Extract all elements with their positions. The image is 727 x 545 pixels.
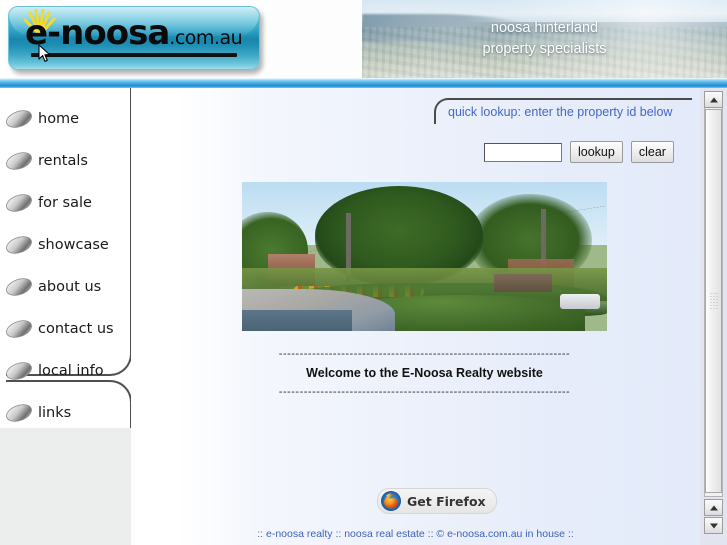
main-content: quick lookup: enter the property id belo… [131, 88, 700, 545]
oval-bullet-icon [6, 194, 32, 212]
get-firefox-badge[interactable]: Get Firefox [377, 488, 497, 514]
sidebar-item-local-info[interactable]: local info [4, 356, 128, 386]
welcome-rule-top: ----------------------------------------… [278, 348, 571, 360]
oval-bullet-icon [6, 362, 32, 380]
page-header: e-noosa.com.au noosa hinterland property… [0, 0, 727, 80]
welcome-rule-bottom: ----------------------------------------… [278, 386, 571, 398]
photo-car [559, 293, 600, 309]
firefox-logo-icon [381, 491, 401, 511]
logo-panel: e-noosa.com.au [0, 0, 272, 78]
welcome-heading: Welcome to the E-Noosa Realty website [306, 366, 543, 380]
oval-bullet-icon [6, 110, 32, 128]
scroll-up-button[interactable] [704, 91, 723, 108]
sidebar-item-label: showcase [38, 237, 109, 253]
property-id-input[interactable] [484, 142, 562, 162]
oval-bullet-icon [6, 236, 32, 254]
sidebar-item-label: for sale [38, 195, 92, 211]
logo-wordmark: e-noosa.com.au [25, 13, 243, 58]
logo-tld-text: .com.au [169, 27, 243, 49]
clear-button[interactable]: clear [630, 141, 674, 163]
header-spacer [272, 0, 362, 78]
sidebar-item-label: links [38, 405, 72, 421]
quick-lookup-panel: quick lookup: enter the property id belo… [434, 98, 692, 124]
banner-caption-line2: property specialists [482, 41, 607, 57]
sidebar-item-label: rentals [38, 153, 88, 169]
sidebar-nav: home rentals for sale showcase about us … [0, 88, 131, 428]
logo-brand-text: e-noosa [25, 13, 170, 53]
scroll-down-arrow-icon [709, 523, 718, 528]
oval-bullet-icon [6, 320, 32, 338]
welcome-block: ----------------------------------------… [242, 348, 607, 398]
sidebar-item-label: local info [38, 363, 104, 379]
oval-bullet-icon [6, 278, 32, 296]
sidebar-item-about-us[interactable]: about us [4, 272, 128, 302]
sidebar-item-links[interactable]: links [4, 398, 128, 428]
sidebar-item-label: about us [38, 279, 102, 295]
scrollbar-grip-icon [709, 292, 718, 310]
quick-lookup-form: lookup clear [484, 141, 674, 163]
scroll-down-button[interactable] [704, 517, 723, 534]
photo-entry-sign [493, 274, 553, 293]
header-banner-image: noosa hinterland property specialists [362, 0, 727, 78]
site-footer-text: :: e-noosa realty :: noosa real estate :… [257, 528, 574, 540]
banner-caption: noosa hinterland property specialists [362, 18, 727, 60]
sidebar-item-for-sale[interactable]: for sale [4, 188, 128, 218]
photo-road-shadow [242, 310, 352, 331]
lookup-button[interactable]: lookup [570, 141, 623, 163]
scroll-up-button-bottom[interactable] [704, 499, 723, 516]
scroll-up-arrow-icon [709, 505, 718, 510]
sidebar-item-showcase[interactable]: showcase [4, 230, 128, 260]
banner-caption-line1: noosa hinterland [490, 20, 599, 36]
scroll-up-arrow-icon [709, 97, 718, 102]
scrollbar-thumb[interactable] [705, 109, 722, 493]
site-logo[interactable]: e-noosa.com.au [8, 6, 260, 70]
hero-photo [242, 182, 607, 331]
sidebar-item-label: home [38, 111, 80, 127]
header-divider-bar [0, 78, 727, 88]
sidebar-item-home[interactable]: home [4, 104, 128, 134]
sidebar-background-filler [0, 428, 131, 545]
oval-bullet-icon [6, 404, 32, 422]
sidebar-item-contact-us[interactable]: contact us [4, 314, 128, 344]
sidebar-item-label: contact us [38, 321, 114, 337]
get-firefox-label: Get Firefox [407, 493, 486, 509]
quick-lookup-prompt: quick lookup: enter the property id belo… [448, 105, 673, 119]
oval-bullet-icon [6, 152, 32, 170]
logo-underline [31, 53, 237, 57]
vertical-scrollbar[interactable] [700, 88, 727, 545]
sidebar-item-rentals[interactable]: rentals [4, 146, 128, 176]
